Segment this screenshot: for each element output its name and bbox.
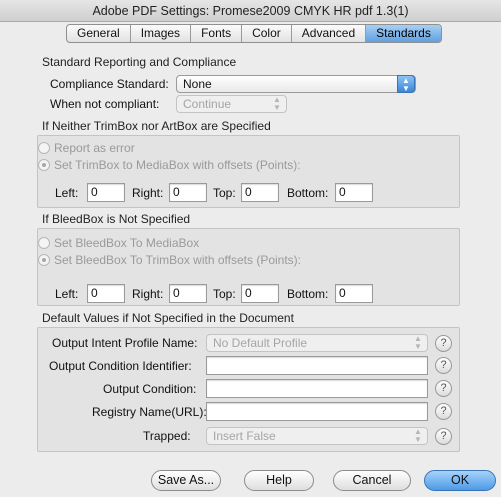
output-condition-field[interactable] <box>206 379 428 398</box>
help-profile-icon[interactable]: ? <box>435 335 452 352</box>
tab-fonts[interactable]: Fonts <box>191 25 243 42</box>
window-title: Adobe PDF Settings: Promese2009 CMYK HR … <box>0 0 501 22</box>
bleed-right-label: Right: <box>132 287 164 301</box>
radio-bleed-media-label: Set BleedBox To MediaBox <box>54 236 200 250</box>
profile-name-label: Output Intent Profile Name: <box>52 336 198 350</box>
popup-arrows-icon: ▲ ▼ <box>273 95 281 112</box>
compliance-standard-value: None <box>183 77 212 91</box>
trim-left-field[interactable]: 0 <box>87 183 125 202</box>
trim-top-field[interactable]: 0 <box>241 183 279 202</box>
help-registry-name-icon[interactable]: ? <box>435 403 452 420</box>
ok-button[interactable]: OK <box>424 470 496 491</box>
profile-name-value: No Default Profile <box>213 336 308 350</box>
section-title-bleedbox: If BleedBox is Not Specified <box>42 212 191 226</box>
radio-report-error[interactable] <box>38 142 50 154</box>
profile-name-popup[interactable]: No Default Profile ▲ ▼ <box>206 334 428 352</box>
tab-bar: General Images Fonts Color Advanced Stan… <box>66 24 442 43</box>
trim-left-label: Left: <box>55 186 79 200</box>
tab-standards[interactable]: Standards <box>366 25 441 42</box>
condition-identifier-field[interactable] <box>206 356 428 375</box>
condition-identifier-label: Output Condition Identifier: <box>49 359 192 373</box>
compliance-standard-label: Compliance Standard: <box>50 77 169 91</box>
bleed-left-label: Left: <box>55 287 79 301</box>
trim-bottom-field[interactable]: 0 <box>335 183 373 202</box>
compliance-standard-popup[interactable]: None ▲ ▼ <box>176 75 416 93</box>
popup-arrows-icon: ▲ ▼ <box>414 427 422 444</box>
section-title-standards: Standard Reporting and Compliance <box>42 55 237 69</box>
not-compliant-popup[interactable]: Continue ▲ ▼ <box>176 95 287 113</box>
bleed-right-field[interactable]: 0 <box>169 284 207 303</box>
trim-right-field[interactable]: 0 <box>169 183 207 202</box>
tab-images[interactable]: Images <box>131 25 192 42</box>
output-condition-label: Output Condition: <box>103 382 197 396</box>
not-compliant-value: Continue <box>183 97 232 111</box>
trim-right-label: Right: <box>132 186 164 200</box>
trim-bottom-label: Bottom: <box>287 186 329 200</box>
popup-arrows-icon: ▲ ▼ <box>414 334 422 351</box>
help-condition-identifier-icon[interactable]: ? <box>435 357 452 374</box>
bleed-bottom-label: Bottom: <box>287 287 329 301</box>
trapped-label: Trapped: <box>143 429 191 443</box>
section-title-defaults: Default Values if Not Specified in the D… <box>42 311 294 325</box>
radio-report-error-label: Report as error <box>54 141 135 155</box>
save-as-button[interactable]: Save As... <box>151 470 221 491</box>
bleed-top-field[interactable]: 0 <box>241 284 279 303</box>
radio-bleed-media[interactable] <box>38 237 50 249</box>
tab-general[interactable]: General <box>67 25 131 42</box>
section-title-trimbox: If Neither TrimBox nor ArtBox are Specif… <box>42 119 271 133</box>
help-output-condition-icon[interactable]: ? <box>435 380 452 397</box>
radio-set-trimbox-label: Set TrimBox to MediaBox with offsets (Po… <box>54 158 301 172</box>
radio-set-trimbox[interactable] <box>38 159 50 171</box>
cancel-button[interactable]: Cancel <box>333 470 411 491</box>
trim-top-label: Top: <box>213 186 236 200</box>
radio-bleed-trim[interactable] <box>38 254 50 266</box>
bleed-bottom-field[interactable]: 0 <box>335 284 373 303</box>
not-compliant-label: When not compliant: <box>50 97 160 111</box>
bleed-top-label: Top: <box>213 287 236 301</box>
registry-name-field[interactable] <box>206 402 428 421</box>
registry-name-label: Registry Name(URL): <box>92 405 207 419</box>
trapped-popup[interactable]: Insert False ▲ ▼ <box>206 427 428 445</box>
trapped-value: Insert False <box>213 429 276 443</box>
radio-bleed-trim-label: Set BleedBox To TrimBox with offsets (Po… <box>54 253 301 267</box>
popup-arrows-icon: ▲ ▼ <box>397 75 415 93</box>
tab-advanced[interactable]: Advanced <box>292 25 367 42</box>
bleed-left-field[interactable]: 0 <box>87 284 125 303</box>
help-trapped-icon[interactable]: ? <box>435 428 452 445</box>
tab-color[interactable]: Color <box>242 25 292 42</box>
help-button[interactable]: Help <box>244 470 314 491</box>
